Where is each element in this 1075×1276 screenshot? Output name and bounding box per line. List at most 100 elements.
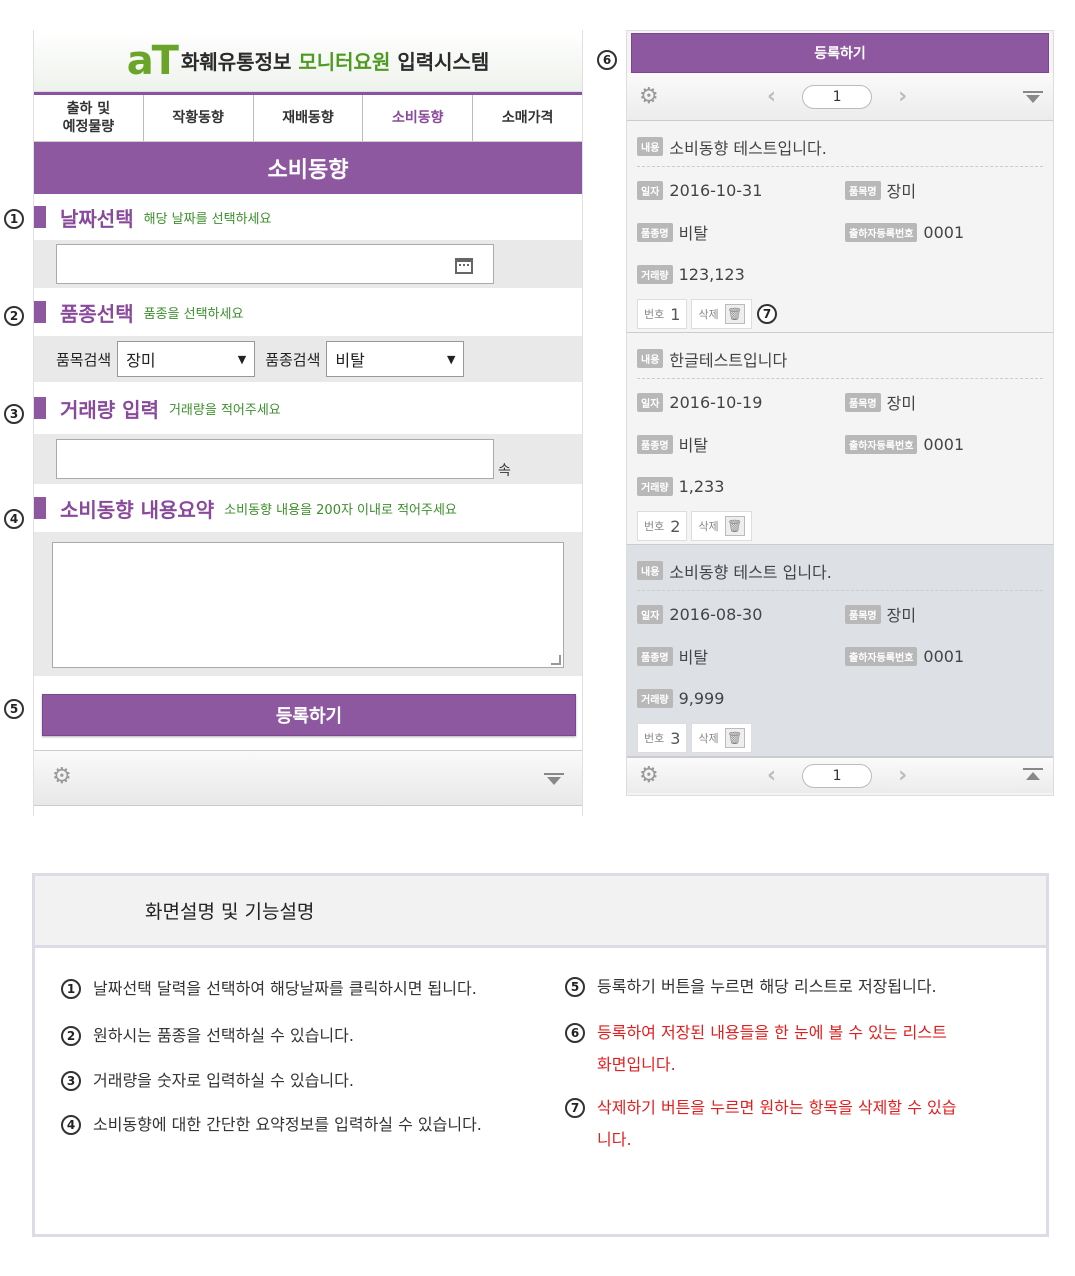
delete-button[interactable]: 삭제 🗑	[691, 511, 752, 541]
summary-field-label: 소비동향 내용요약 소비동향 내용을 200자 이내로 적어주세요	[34, 484, 582, 532]
prev-page-icon[interactable]: ‹	[767, 765, 776, 787]
desc-item-2: 2 원하시는 품종을 선택하실 수 있습니다.	[61, 1020, 541, 1052]
list-item[interactable]: 내용 소비동향 테스트입니다. 일자 2016-10-31 품목명 장미 품종명 비탈 출하자등…	[627, 121, 1053, 333]
item-shipper-cell: 출하자등록번호 0001	[845, 646, 965, 666]
page-number[interactable]: 1	[802, 85, 873, 109]
list-item[interactable]: 내용 소비동향 테스트 입니다. 일자 2016-08-30 품목명 장미 품종명 비탈 출하자…	[627, 545, 1053, 757]
item-name-cell: 품목명 장미	[845, 602, 916, 626]
variety-select-value: 비탈	[335, 351, 365, 370]
item-actions: 번호 1 삭제 🗑	[637, 299, 1043, 329]
at-logo: aT	[126, 37, 179, 84]
item-date: 2016-10-19	[669, 392, 763, 412]
prev-page-icon[interactable]: ‹	[767, 86, 776, 108]
item-shipper-cell: 출하자등록번호 0001	[845, 434, 964, 454]
desc-num: 1	[61, 979, 81, 999]
number-label: 번호	[644, 732, 665, 745]
desc-num: 2	[61, 1026, 81, 1046]
item-variety-row: 품종명 비탈 출하자등록번호 0001	[637, 423, 1043, 465]
tab-retail-price[interactable]: 소매가격	[473, 95, 582, 141]
item-date-row: 일자 2016-10-19 품목명 장미	[637, 381, 1043, 423]
trash-icon[interactable]: 🗑	[724, 304, 745, 324]
number-label: 번호	[644, 308, 665, 321]
marker-6: 6	[597, 50, 617, 70]
desc-item-4: 4 소비동향에 대한 간단한 요약정보를 입력하실 수 있습니다.	[61, 1109, 501, 1141]
marker-2: 2	[4, 306, 24, 326]
page-number[interactable]: 1	[802, 764, 873, 788]
item-shipper: 0001	[923, 222, 965, 242]
tag-shipper: 출하자등록번호	[845, 222, 918, 242]
date-field-label: 날짜선택 해당 날짜를 선택하세요	[34, 194, 582, 240]
trash-icon[interactable]: 🗑	[724, 516, 745, 536]
tag-variety: 품종명	[637, 646, 673, 666]
list-item[interactable]: 내용 한글테스트입니다 일자 2016-10-19 품목명 장미 품종명 비탈 출하자등록번호 0…	[627, 333, 1053, 545]
item-content: 소비동향 테스트 입니다.	[669, 562, 832, 582]
gear-icon[interactable]: ⚙	[639, 86, 659, 108]
number-value: 3	[670, 728, 681, 748]
desc-num: 7	[565, 1098, 585, 1118]
date-input[interactable]	[56, 244, 494, 284]
number-value: 2	[670, 516, 681, 536]
item-qty: 9,999	[678, 688, 725, 708]
dropdown-arrow-icon: ▼	[446, 352, 456, 366]
tag-item: 품목명	[845, 180, 881, 200]
summary-label: 소비동향 내용요약	[60, 497, 215, 522]
qty-input[interactable]	[56, 439, 494, 479]
tab-cultivation[interactable]: 재배동향	[254, 95, 364, 141]
list-register-button[interactable]: 등록하기	[631, 33, 1049, 73]
item-select-value: 장미	[126, 351, 156, 370]
tag-qty: 거래량	[637, 476, 673, 496]
item-name: 장미	[886, 606, 917, 625]
item-number: 번호 1	[637, 299, 688, 329]
next-page-icon[interactable]: ›	[898, 86, 907, 108]
summary-row	[34, 532, 582, 676]
variety-label: 품종선택	[60, 301, 134, 326]
gear-icon[interactable]: ⚙	[52, 766, 72, 788]
tab-shipment[interactable]: 출하 및 예정물량	[34, 95, 144, 141]
label-bar	[34, 206, 46, 228]
item-date: 2016-08-30	[669, 604, 763, 624]
item-shipper: 0001	[923, 646, 965, 666]
delete-label: 삭제	[698, 308, 719, 321]
summary-textarea[interactable]	[52, 542, 564, 668]
delete-button[interactable]: 삭제 🗑	[691, 723, 752, 753]
tag-item: 품목명	[845, 392, 881, 412]
label-bar	[34, 301, 46, 323]
tag-variety: 품종명	[637, 222, 673, 242]
item-variety: 비탈	[678, 436, 709, 455]
label-bar	[34, 397, 46, 419]
tab-consumption[interactable]: 소비동향	[363, 95, 474, 141]
qty-unit: 속	[498, 463, 511, 479]
calendar-icon[interactable]	[455, 258, 473, 274]
item-name-cell: 품목명 장미	[845, 390, 916, 414]
description-heading: 화면설명 및 기능설명	[35, 876, 1046, 948]
item-select[interactable]: 장미 ▼	[117, 341, 256, 377]
item-name: 장미	[886, 182, 917, 201]
qty-hint: 거래량을 적어주세요	[168, 402, 281, 418]
variety-select[interactable]: 비탈 ▼	[326, 341, 465, 377]
item-actions: 번호 3 삭제 🗑	[637, 723, 1043, 753]
gear-icon[interactable]: ⚙	[639, 765, 659, 787]
collapse-icon[interactable]	[1023, 91, 1043, 105]
register-form-panel: aT 화훼유통정보 모니터요원 입력시스템 출하 및 예정물량 작황동향 재배동…	[33, 30, 583, 816]
tab-crop-status[interactable]: 작황동향	[144, 95, 254, 141]
tag-qty: 거래량	[637, 688, 673, 708]
item-qty: 1,233	[678, 476, 725, 496]
register-button[interactable]: 등록하기	[42, 694, 576, 736]
desc-num: 5	[565, 977, 585, 997]
delete-button[interactable]: 삭제 🗑	[691, 299, 752, 329]
item-name-cell: 품목명 장미	[845, 178, 916, 202]
trash-icon[interactable]: 🗑	[724, 728, 745, 748]
desc-text: 원하시는 품종을 선택하실 수 있습니다.	[93, 1026, 354, 1045]
delete-label: 삭제	[698, 732, 719, 745]
left-footer-bar: ⚙	[34, 750, 582, 806]
pager: ‹ 1 ›	[767, 85, 907, 109]
desc-text: 소비동향에 대한 간단한 요약정보를 입력하실 수 있습니다.	[93, 1115, 482, 1134]
desc-text: 거래량을 숫자로 입력하실 수 있습니다.	[93, 1071, 354, 1090]
item-variety: 비탈	[678, 648, 709, 667]
collapse-icon[interactable]	[544, 773, 564, 787]
expand-icon[interactable]	[1023, 768, 1043, 782]
desc-item-6: 6 등록하여 저장된 내용들을 한 눈에 볼 수 있는 리스트 화면입니다.	[565, 1017, 965, 1081]
next-page-icon[interactable]: ›	[898, 765, 907, 787]
marker-7: 7	[757, 304, 777, 324]
marker-3: 3	[4, 404, 24, 424]
